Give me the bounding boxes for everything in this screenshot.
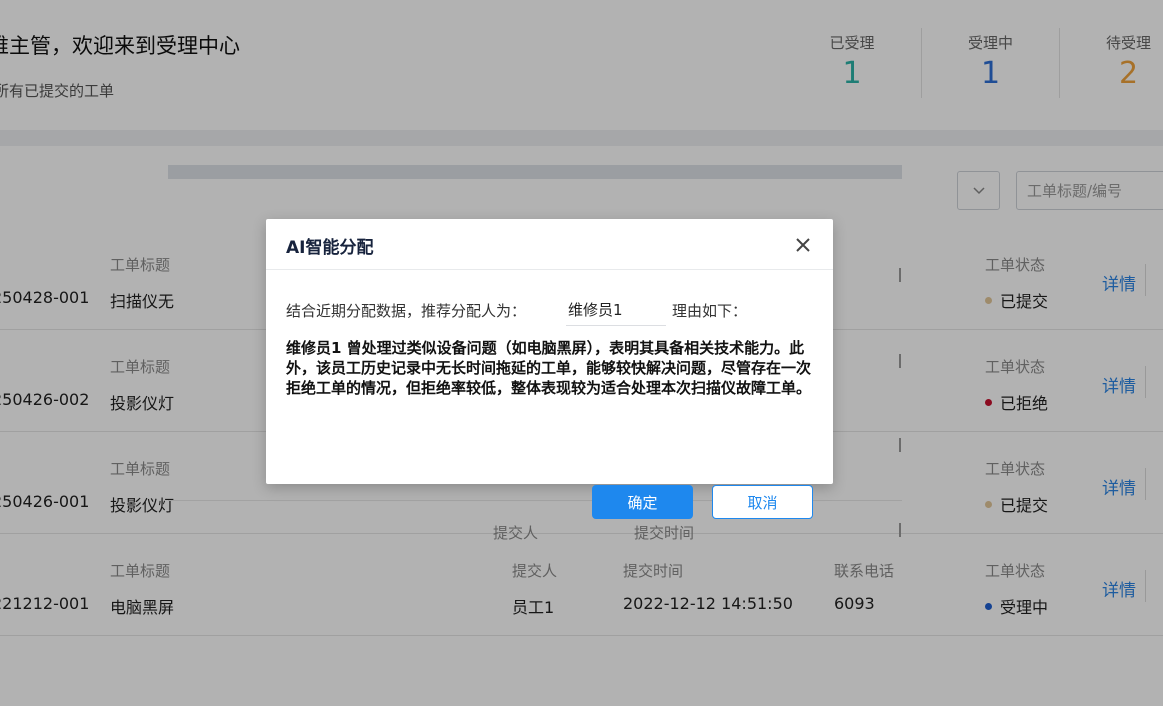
cancel-button[interactable]: 取消 bbox=[712, 485, 813, 519]
dialog-header: AI智能分配 bbox=[266, 219, 833, 270]
recommend-line: 结合近期分配数据，推荐分配人为： 理由如下： bbox=[286, 294, 747, 326]
ai-assign-dialog: AI智能分配 结合近期分配数据，推荐分配人为： 理由如下： 维修员1 曾处理过类… bbox=[266, 219, 833, 519]
reason-text: 维修员1 曾处理过类似设备问题（如电脑黑屏），表明其具备相关技术能力。此外，该员… bbox=[286, 339, 812, 397]
dialog-title: AI智能分配 bbox=[286, 238, 374, 258]
close-icon[interactable] bbox=[793, 235, 813, 255]
confirm-button[interactable]: 确定 bbox=[592, 485, 693, 519]
recommend-prefix: 结合近期分配数据，推荐分配人为： bbox=[286, 301, 527, 320]
assignee-field[interactable] bbox=[566, 294, 667, 326]
recommend-suffix: 理由如下： bbox=[672, 301, 748, 320]
